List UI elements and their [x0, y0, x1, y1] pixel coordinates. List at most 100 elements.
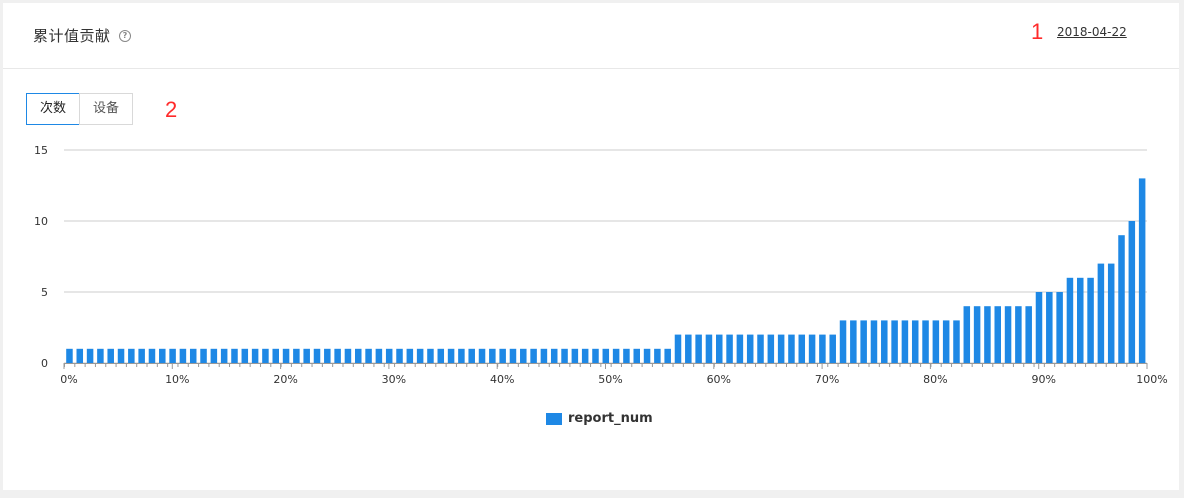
bar: [674, 334, 682, 363]
bar: [901, 320, 909, 363]
bar: [726, 334, 733, 363]
x-tick-label: 10%: [165, 373, 189, 386]
bar: [1138, 178, 1146, 363]
bar: [736, 334, 744, 363]
bar: [643, 348, 651, 363]
bar: [107, 348, 114, 363]
bar: [1087, 277, 1094, 363]
bar: [1035, 292, 1043, 363]
bar: [633, 348, 640, 363]
bar: [602, 348, 610, 363]
y-tick-label: 10: [34, 215, 48, 228]
bar: [272, 348, 279, 363]
x-tick-label: 90%: [1031, 373, 1055, 386]
bar: [427, 348, 434, 363]
bar: [1056, 292, 1063, 363]
x-tick-label: 80%: [923, 373, 947, 386]
bar: [571, 348, 579, 363]
x-tick-label: 0%: [60, 373, 77, 386]
bar: [860, 320, 867, 363]
bar: [231, 348, 238, 363]
y-tick-label: 15: [34, 144, 48, 157]
bar: [777, 334, 785, 363]
bar: [798, 334, 806, 363]
bar: [200, 348, 207, 363]
bar: [530, 348, 537, 363]
bar: [788, 334, 795, 363]
x-tick-label: 30%: [382, 373, 406, 386]
bar: [437, 348, 445, 363]
bar: [932, 320, 940, 363]
bar: [994, 306, 1001, 363]
y-tick-label: 5: [41, 286, 48, 299]
x-tick-label: 50%: [598, 373, 622, 386]
bar: [179, 348, 187, 363]
bar: [705, 334, 713, 363]
bar: [1025, 306, 1032, 363]
bar: [406, 348, 414, 363]
bar: [324, 348, 331, 363]
bar: [313, 348, 321, 363]
bar: [303, 348, 310, 363]
bar: [478, 348, 486, 363]
bar: [819, 334, 826, 363]
bar: [251, 348, 259, 363]
bar: [953, 320, 960, 363]
bar: [344, 348, 352, 363]
bar: [1046, 292, 1053, 363]
bar: [829, 334, 836, 363]
bar: [499, 348, 506, 363]
x-tick-label: 40%: [490, 373, 514, 386]
bar: [654, 348, 661, 363]
bar: [1077, 277, 1084, 363]
bar: [97, 348, 104, 363]
bar: [561, 348, 568, 363]
bar: [365, 348, 372, 363]
bar: [86, 348, 94, 363]
bar: [1128, 221, 1136, 363]
bar: [685, 334, 692, 363]
bar: [623, 348, 630, 363]
x-tick-label: 20%: [273, 373, 297, 386]
bar: [963, 306, 971, 363]
bar: [355, 348, 362, 363]
bar: [128, 348, 135, 363]
bar: [540, 348, 548, 363]
bar: [891, 320, 898, 363]
x-tick-label: 100%: [1136, 373, 1167, 386]
bar: [148, 348, 156, 363]
bar: [76, 348, 84, 363]
bar: [581, 348, 589, 363]
bar: [1107, 263, 1115, 363]
bar: [334, 348, 341, 363]
bar: [468, 348, 475, 363]
x-tick-label: 70%: [815, 373, 839, 386]
bar: [592, 348, 599, 363]
bar: [189, 348, 197, 363]
x-tick-label: 60%: [707, 373, 731, 386]
bar: [612, 348, 620, 363]
bar: [138, 348, 145, 363]
bar: [973, 306, 981, 363]
bar: [159, 348, 166, 363]
bar: [1015, 306, 1022, 363]
bar: [942, 320, 950, 363]
bar: [839, 320, 847, 363]
bar: [210, 348, 218, 363]
bar: [458, 348, 465, 363]
bar: [262, 348, 269, 363]
legend-label: report_num: [568, 411, 653, 426]
bar: [695, 334, 702, 363]
bar: [220, 348, 228, 363]
bar: [550, 348, 558, 363]
bar: [881, 320, 888, 363]
bar: [850, 320, 857, 363]
bar: [66, 348, 73, 363]
bar: [746, 334, 754, 363]
bar: [282, 348, 290, 363]
bar: [241, 348, 249, 363]
bar: [117, 348, 125, 363]
bar: [447, 348, 455, 363]
bar: [1097, 263, 1105, 363]
chart-legend[interactable]: report_num: [546, 411, 653, 426]
